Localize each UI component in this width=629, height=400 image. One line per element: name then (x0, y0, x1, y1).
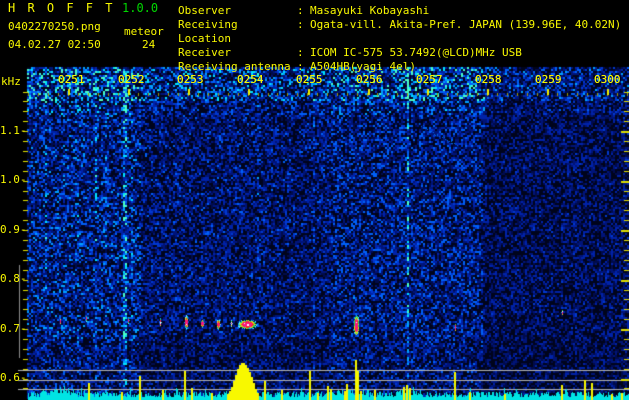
station-row-receiver: Receiver: ICOM IC-575 53.7492(@LCD)MHz US… (178, 46, 621, 60)
station-value: Ogata-vill. Akita-Pref. JAPAN (139.96E, … (310, 18, 622, 31)
station-label: Observer (178, 4, 231, 17)
x-tick-label: 0252 (118, 73, 145, 86)
x-tick-label: 0256 (356, 73, 383, 86)
station-row-antenna: Receiving antenna: A504HB(yagi 4el) (178, 60, 621, 74)
x-tick-label: 0254 (237, 73, 264, 86)
colon: : (297, 18, 304, 31)
station-label: Receiving antenna (178, 60, 291, 73)
output-filename: 0402270250.png (8, 20, 101, 33)
x-tick-label: 0255 (296, 73, 323, 86)
x-tick-label: 0300 (594, 73, 621, 86)
x-tick-label: 0258 (475, 73, 502, 86)
station-value: ICOM IC-575 53.7492(@LCD)MHz USB (310, 46, 522, 59)
station-row-location: Receiving Location: Ogata-vill. Akita-Pre… (178, 18, 621, 46)
timestamp: 04.02.27 02:50 (8, 38, 101, 51)
station-value: A504HB(yagi 4el) (310, 60, 416, 73)
station-info: Observer: Masayuki Kobayashi Receiving Lo… (178, 4, 621, 74)
y-tick-label: 1.0- (0, 173, 27, 186)
app-version: 1.0.0 (122, 1, 159, 15)
station-row-observer: Observer: Masayuki Kobayashi (178, 4, 621, 18)
echo-count: 24 (142, 38, 156, 51)
station-label: Receiver (178, 46, 231, 59)
app-title: H R O F F T (8, 1, 115, 15)
colon: : (297, 4, 304, 17)
station-label: Receiving Location (178, 18, 238, 45)
y-tick-label: 0.9- (0, 223, 27, 236)
colon: : (297, 60, 304, 73)
x-tick-label: 0253 (177, 73, 204, 86)
hrofft-window: H R O F F T 1.0.0 0402270250.png meteor … (0, 0, 629, 400)
x-tick-label: 0257 (416, 73, 443, 86)
x-tick-label: 0251 (58, 73, 85, 86)
y-tick-label: 0.8- (0, 272, 27, 285)
y-tick-label: 1.1- (0, 124, 27, 137)
y-tick-label: 0.7- (0, 322, 27, 335)
x-tick-label: 0259 (535, 73, 562, 86)
y-axis-unit-label: kHz (1, 75, 21, 88)
y-tick-label: 0.6- (0, 371, 27, 384)
colon: : (297, 46, 304, 59)
station-value: Masayuki Kobayashi (310, 4, 430, 17)
mode-label: meteor (124, 25, 164, 38)
